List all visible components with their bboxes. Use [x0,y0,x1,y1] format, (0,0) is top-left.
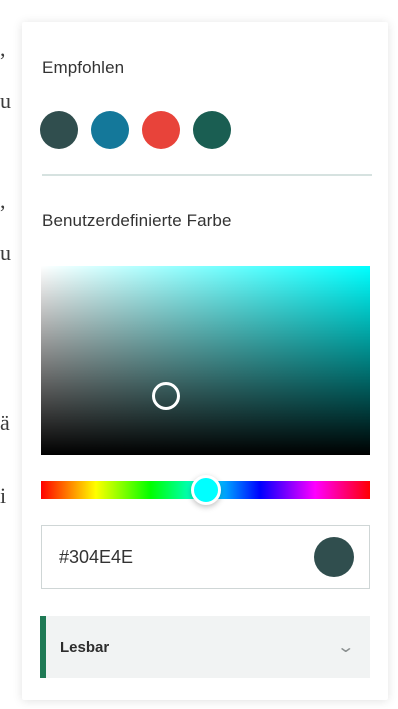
color-picker-panel: Empfohlen Benutzerdefinierte Farbe Lesba… [22,22,388,700]
readability-label: Lesbar [60,638,110,656]
swatch-red[interactable] [142,111,180,149]
swatch-dark-green[interactable] [193,111,231,149]
divider [42,174,372,176]
hex-field [41,525,370,589]
background-text-fragment: u [0,88,11,113]
recommended-title: Empfohlen [42,58,125,77]
saturation-value-area[interactable] [41,266,370,455]
hue-slider-thumb[interactable] [190,475,221,505]
background-text-fragment: u [0,240,11,265]
background-text-fragment: ä [0,410,10,435]
chevron-down-icon: ⌄ [335,639,355,656]
recommended-swatches [40,111,231,149]
swatch-dark-slate[interactable] [40,111,78,149]
hex-input[interactable] [57,545,314,569]
hex-preview-swatch [314,537,354,577]
saturation-value-cursor[interactable] [152,382,181,411]
hue-slider[interactable] [41,475,370,505]
background-text-fragment: i [0,483,7,508]
background-text-fragment: , [0,188,6,213]
swatch-blue[interactable] [91,111,129,149]
background-text-fragment: , [0,36,6,61]
readability-dropdown[interactable]: Lesbar ⌄ [40,616,370,678]
custom-color-title: Benutzerdefinierte Farbe [42,211,232,230]
